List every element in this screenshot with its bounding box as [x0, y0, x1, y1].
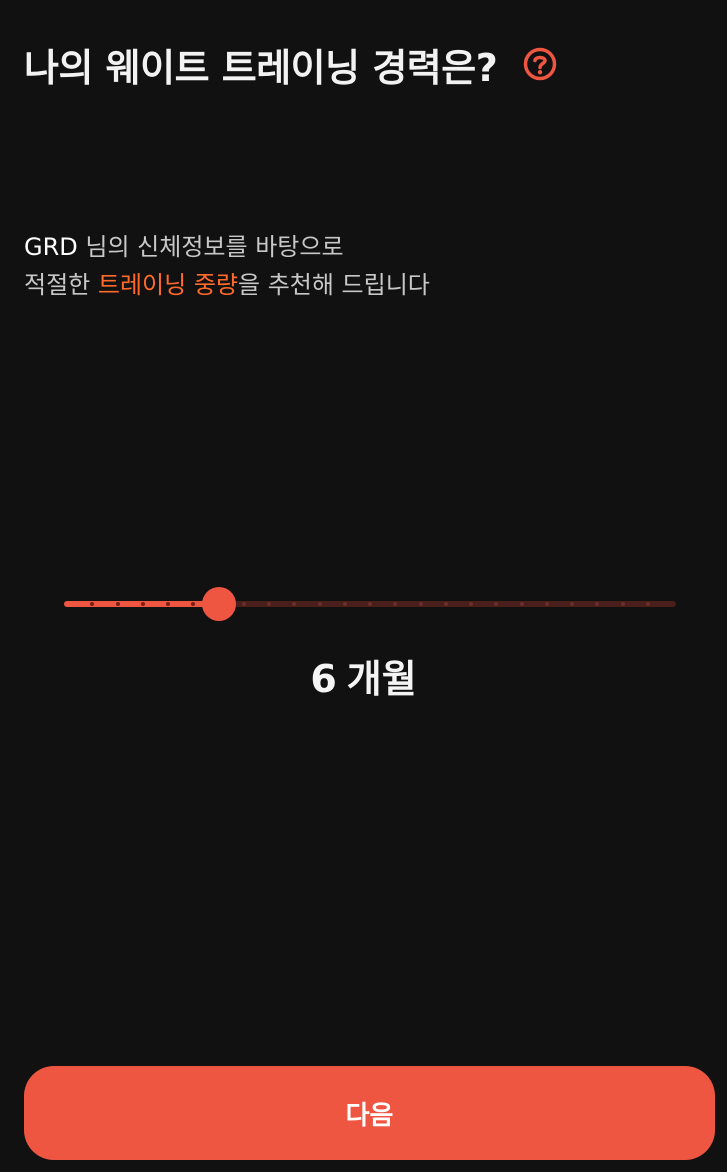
description-line-2: 적절한 트레이닝 중량을 추천해 드립니다: [24, 266, 430, 304]
slider-tick: [443, 602, 448, 606]
slider-value-number: 6: [310, 657, 337, 701]
highlight-training-weight: 트레이닝 중량: [97, 271, 238, 299]
slider-tick: [519, 602, 524, 606]
slider-tick: [620, 602, 625, 606]
slider-tick: [267, 602, 271, 606]
slider-value-label: 6 개월: [0, 648, 727, 703]
user-name: GRD: [24, 233, 78, 261]
slider-tick: [140, 602, 145, 606]
slider-tick: [115, 602, 120, 606]
slider-tick: [241, 602, 246, 606]
description-line-1-text: 님의 신체정보를 바탕으로: [77, 233, 344, 261]
question-circle-icon[interactable]: [523, 47, 557, 81]
slider-tick: [469, 602, 473, 606]
slider-tick: [317, 602, 322, 606]
description-line-1: GRD 님의 신체정보를 바탕으로: [24, 228, 430, 266]
slider-tick: [368, 602, 372, 606]
slider-tick: [544, 602, 549, 606]
description-line-2-after: 을 추천해 드립니다: [237, 271, 430, 299]
experience-slider[interactable]: [64, 584, 676, 624]
slider-tick: [418, 602, 423, 606]
next-button[interactable]: 다음: [24, 1066, 715, 1160]
slider-tick: [166, 602, 170, 606]
slider-tick: [570, 602, 574, 606]
slider-thumb[interactable]: [201, 587, 236, 621]
slider-tick: [342, 602, 347, 606]
slider-tick: [645, 602, 650, 606]
description-line-2-before: 적절한: [24, 271, 98, 299]
slider-value-unit: 개월: [346, 657, 417, 701]
description: GRD 님의 신체정보를 바탕으로 적절한 트레이닝 중량을 추천해 드립니다: [24, 228, 430, 304]
page-title: 나의 웨이트 트레이닝 경력은?: [24, 45, 498, 90]
header: 나의 웨이트 트레이닝 경력은?: [24, 36, 557, 92]
